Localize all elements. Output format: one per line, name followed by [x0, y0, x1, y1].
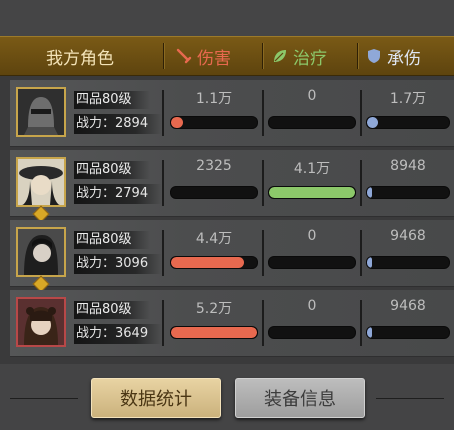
- tank-value: 1.7万: [389, 91, 427, 107]
- column-divider: [162, 90, 164, 136]
- column-divider: [162, 300, 164, 346]
- rank-label: 四品80级: [74, 301, 150, 319]
- tank-bar-fill: [367, 117, 378, 128]
- heal-stat: 0: [268, 290, 356, 356]
- heal-bar: [268, 326, 356, 339]
- heal-value: 4.1万: [293, 161, 331, 177]
- tank-value: 9468: [390, 298, 426, 314]
- column-divider: [262, 230, 264, 276]
- equipment-info-tab-button[interactable]: 装备信息: [235, 378, 365, 418]
- tank-stat: 9468: [366, 290, 450, 356]
- decorative-line: [10, 398, 78, 399]
- column-divider: [360, 230, 362, 276]
- damage-column-header: 伤害: [176, 37, 231, 75]
- power-label: 战力：2894: [74, 114, 163, 134]
- tank-label: 承伤: [387, 48, 421, 69]
- heal-value: 0: [307, 88, 317, 104]
- column-divider: [162, 160, 164, 206]
- header-divider: [163, 43, 165, 69]
- sword-icon: [176, 48, 192, 64]
- tank-stat: 1.7万: [366, 80, 450, 146]
- power-label: 战力：2794: [74, 184, 163, 204]
- heal-value: 0: [307, 228, 317, 244]
- rank-label: 四品80级: [74, 91, 150, 109]
- character-row[interactable]: 四品80级 战力：3649 5.2万 0 9468: [10, 290, 454, 357]
- data-stats-tab-button[interactable]: 数据统计: [91, 378, 221, 418]
- tank-bar: [366, 186, 450, 199]
- table-header: 我方角色 伤害 治疗 承伤: [0, 36, 454, 76]
- tank-column-header: 承伤: [366, 37, 421, 75]
- header-divider: [262, 43, 264, 69]
- leaf-icon: [272, 48, 288, 64]
- damage-bar-fill: [171, 257, 245, 268]
- heal-value: 0: [307, 298, 317, 314]
- character-row[interactable]: 四品80级 战力：2894 1.1万 0 1.7万: [10, 80, 454, 147]
- heal-bar-fill: [269, 187, 355, 198]
- damage-bar: [170, 186, 258, 199]
- role-column-header: 我方角色: [46, 48, 114, 69]
- top-strip: [0, 0, 454, 36]
- heal-stat: 4.1万: [268, 150, 356, 216]
- tank-bar: [366, 256, 450, 269]
- damage-bar-fill: [171, 117, 184, 128]
- character-portrait-girl[interactable]: [16, 297, 66, 347]
- damage-bar-fill: [171, 327, 257, 338]
- column-divider: [262, 300, 264, 346]
- damage-stat: 5.2万: [170, 290, 258, 356]
- character-portrait-knight[interactable]: [16, 87, 66, 137]
- tank-stat: 9468: [366, 220, 450, 286]
- character-row[interactable]: 四品80级 战力：3096 4.4万 0 9468: [10, 220, 454, 293]
- column-divider: [162, 230, 164, 276]
- heal-bar: [268, 186, 356, 199]
- tank-bar: [366, 116, 450, 129]
- damage-stat: 2325: [170, 150, 258, 216]
- heal-stat: 0: [268, 220, 356, 286]
- tank-stat: 8948: [366, 150, 450, 216]
- damage-value: 5.2万: [195, 301, 233, 317]
- power-label: 战力：3096: [74, 254, 163, 274]
- shield-icon: [366, 48, 382, 64]
- heal-bar: [268, 256, 356, 269]
- header-divider: [357, 43, 359, 69]
- heal-column-header: 治疗: [272, 37, 327, 75]
- damage-stat: 1.1万: [170, 80, 258, 146]
- tank-bar-fill: [367, 187, 372, 198]
- column-divider: [262, 160, 264, 206]
- column-divider: [360, 160, 362, 206]
- column-divider: [360, 300, 362, 346]
- damage-label: 伤害: [197, 48, 231, 69]
- damage-bar: [170, 116, 258, 129]
- heal-stat: 0: [268, 80, 356, 146]
- tank-value: 8948: [390, 158, 426, 174]
- tank-value: 9468: [390, 228, 426, 244]
- damage-bar: [170, 256, 258, 269]
- character-row[interactable]: 四品80级 战力：2794 2325 4.1万 8948: [10, 150, 454, 223]
- heal-label: 治疗: [293, 48, 327, 69]
- heal-bar: [268, 116, 356, 129]
- power-label: 战力：3649: [74, 324, 163, 344]
- damage-value: 2325: [196, 158, 232, 174]
- tank-bar-fill: [367, 257, 372, 268]
- tank-bar: [366, 326, 450, 339]
- column-divider: [262, 90, 264, 136]
- rank-label: 四品80级: [74, 161, 150, 179]
- tank-bar-fill: [367, 327, 372, 338]
- column-divider: [360, 90, 362, 136]
- damage-value: 1.1万: [195, 91, 233, 107]
- character-portrait-hat[interactable]: [16, 157, 66, 207]
- decorative-line: [376, 398, 444, 399]
- damage-bar: [170, 326, 258, 339]
- damage-stat: 4.4万: [170, 220, 258, 286]
- character-portrait-dark-hair[interactable]: [16, 227, 66, 277]
- damage-value: 4.4万: [195, 231, 233, 247]
- bottom-panel: [0, 364, 454, 430]
- rank-label: 四品80级: [74, 231, 150, 249]
